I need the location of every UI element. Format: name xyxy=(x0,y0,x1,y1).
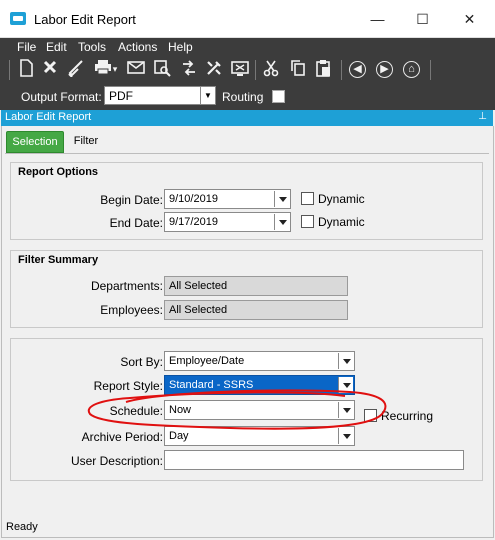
begin-date-field[interactable]: 9/10/2019 xyxy=(164,189,291,209)
begin-date-dynamic-checkbox[interactable] xyxy=(301,192,314,205)
tab-filter[interactable]: Filter xyxy=(66,131,106,153)
tools-icon[interactable] xyxy=(204,59,224,79)
close-button[interactable]: ✕ xyxy=(447,4,492,34)
begin-date-value: 9/10/2019 xyxy=(169,193,218,205)
cut-icon[interactable] xyxy=(261,59,281,79)
forward-icon[interactable]: ▶ xyxy=(376,61,393,78)
back-icon[interactable]: ◀ xyxy=(349,61,366,78)
archive-period-value: Day xyxy=(169,430,189,442)
begin-date-dynamic-label: Dynamic xyxy=(318,192,365,206)
sort-by-select[interactable]: Employee/Date xyxy=(164,351,355,371)
end-date-label: End Date: xyxy=(109,216,163,230)
end-date-field[interactable]: 9/17/2019 xyxy=(164,212,291,232)
toolbar-separator xyxy=(9,60,10,80)
recurring-checkbox[interactable] xyxy=(364,409,377,422)
chevron-down-icon[interactable] xyxy=(338,353,353,369)
command-area: File Edit Tools Actions Help ▾ ◀ ▶ ⌂ Out… xyxy=(0,38,495,110)
menu-help[interactable]: Help xyxy=(168,40,193,54)
menu-tools[interactable]: Tools xyxy=(78,40,106,54)
new-icon[interactable] xyxy=(16,59,36,79)
paste-icon[interactable] xyxy=(313,59,333,79)
chevron-down-icon[interactable]: ▼ xyxy=(200,87,215,104)
output-format-value: PDF xyxy=(109,89,133,103)
toolbar-separator xyxy=(430,60,431,80)
end-date-dynamic-label: Dynamic xyxy=(318,215,365,229)
user-description-input[interactable] xyxy=(164,450,464,470)
copy-icon[interactable] xyxy=(288,59,308,79)
report-style-value: Standard - SSRS xyxy=(169,379,254,391)
toolbar-separator xyxy=(341,60,342,80)
routing-checkbox[interactable] xyxy=(272,90,285,103)
delete-icon[interactable] xyxy=(40,59,60,79)
employees-field: All Selected xyxy=(164,300,348,320)
chevron-down-icon[interactable] xyxy=(274,191,289,207)
chevron-down-icon[interactable] xyxy=(338,428,353,444)
toolbar-separator xyxy=(255,60,256,80)
status-bar: Ready xyxy=(6,521,38,533)
title-bar: Labor Edit Report — ☐ ✕ xyxy=(0,0,495,38)
schedule-label: Schedule: xyxy=(109,404,163,418)
routing-label: Routing xyxy=(222,90,264,104)
menu-actions[interactable]: Actions xyxy=(118,40,157,54)
recurring-label: Recurring xyxy=(381,409,434,423)
sort-by-label: Sort By: xyxy=(120,355,163,369)
email-icon[interactable] xyxy=(126,59,146,79)
report-style-label: Report Style: xyxy=(93,379,163,393)
menu-bar: File Edit Tools Actions Help xyxy=(0,38,495,56)
user-description-label: User Description: xyxy=(70,454,163,468)
menu-file[interactable]: File xyxy=(17,40,36,54)
preview-icon[interactable] xyxy=(152,59,172,79)
maximize-button[interactable]: ☐ xyxy=(400,4,445,34)
chevron-down-icon[interactable] xyxy=(338,402,353,418)
begin-date-label: Begin Date: xyxy=(100,193,163,207)
end-date-dynamic-checkbox[interactable] xyxy=(301,215,314,228)
archive-period-label: Archive Period: xyxy=(81,430,163,444)
archive-period-select[interactable]: Day xyxy=(164,426,355,446)
tab-divider xyxy=(5,153,489,154)
output-format-row: Output Format: PDF ▼ Routing xyxy=(0,85,495,109)
schedule-value: Now xyxy=(169,404,192,416)
schedule-select[interactable]: Now xyxy=(164,400,355,420)
toolbar: ▾ ◀ ▶ ⌂ xyxy=(0,56,495,84)
departments-field: All Selected xyxy=(164,276,348,296)
end-date-value: 9/17/2019 xyxy=(169,216,218,228)
filter-summary-title: Filter Summary xyxy=(18,254,99,266)
employees-value: All Selected xyxy=(169,304,228,316)
report-options-title: Report Options xyxy=(18,166,99,178)
minimize-button[interactable]: — xyxy=(355,4,400,34)
report-options-group: Report Options Begin Date: 9/10/2019 Dyn… xyxy=(10,162,483,240)
menu-edit[interactable]: Edit xyxy=(46,40,67,54)
clear-icon[interactable] xyxy=(66,59,86,79)
pin-icon[interactable]: ⊥ xyxy=(478,111,487,122)
print-dropdown-icon[interactable]: ▾ xyxy=(110,59,120,79)
refresh-icon[interactable] xyxy=(179,59,199,79)
window-title: Labor Edit Report xyxy=(34,12,136,27)
filter-summary-group: Filter Summary Departments: All Selected… xyxy=(10,250,483,328)
chevron-down-icon[interactable] xyxy=(274,214,289,230)
panel-header: Labor Edit Report ⊥ xyxy=(1,110,493,126)
sort-by-value: Employee/Date xyxy=(169,355,245,367)
screen-icon[interactable] xyxy=(230,59,250,79)
chevron-down-icon[interactable] xyxy=(338,377,353,393)
home-icon[interactable]: ⌂ xyxy=(403,61,420,78)
output-format-select[interactable]: PDF ▼ xyxy=(104,86,216,105)
tab-selection[interactable]: Selection xyxy=(6,131,64,153)
report-style-select[interactable]: Standard - SSRS xyxy=(164,375,355,395)
departments-label: Departments: xyxy=(90,279,163,293)
departments-value: All Selected xyxy=(169,280,228,292)
output-format-label: Output Format: xyxy=(21,90,102,104)
employees-label: Employees: xyxy=(100,303,163,317)
panel-title: Labor Edit Report xyxy=(5,111,92,123)
app-icon xyxy=(10,12,26,25)
options-group: Sort By: Employee/Date Report Style: Sta… xyxy=(10,338,483,481)
